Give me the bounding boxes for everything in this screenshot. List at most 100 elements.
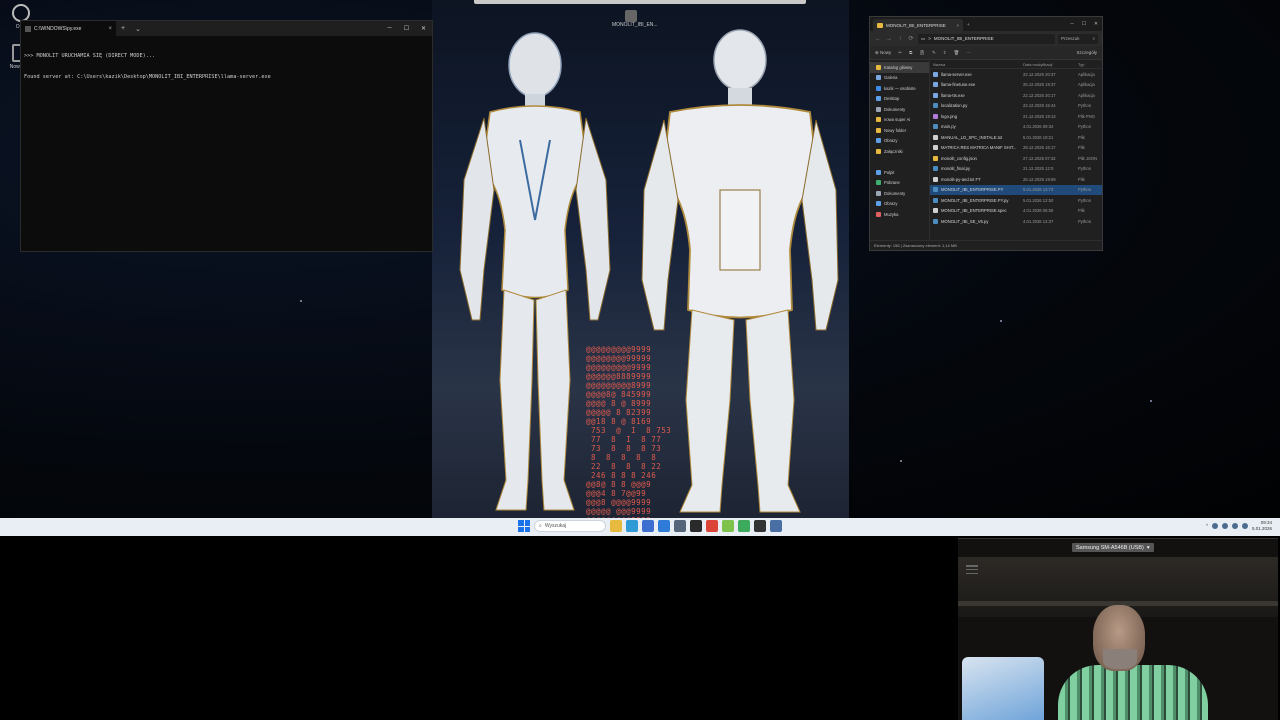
nav-item[interactable]: Dokumenty — [870, 188, 929, 199]
file-explorer-icon[interactable] — [610, 520, 622, 532]
file-row[interactable]: localization.py 22.12.2025 15:44 Python — [930, 101, 1102, 112]
nav-item[interactable]: Desktop — [870, 94, 929, 105]
share-icon[interactable]: ⇪ — [943, 50, 947, 56]
column-name[interactable]: Nazwa — [933, 62, 1023, 67]
volume-icon[interactable] — [1221, 522, 1228, 529]
terminal-output[interactable]: >>> MONOLIT URUCHAMIA SIĘ (DIRECT MODE).… — [21, 36, 432, 98]
close-tab-icon[interactable]: × — [108, 26, 112, 32]
file-name-cell: monolit_final.py — [933, 166, 1023, 172]
cut-icon[interactable]: ✂ — [898, 50, 902, 56]
nav-item[interactable]: Załączniki — [870, 146, 929, 157]
file-row[interactable]: MANUAL_LD_SPC_INSTALE.txt 5.01.2026 10:21… — [930, 132, 1102, 143]
app-green-icon[interactable] — [738, 520, 750, 532]
file-name-cell: llama-tts.exe — [933, 92, 1023, 98]
file-row[interactable]: monolit_config.json 27.12.2025 07:32 Plik … — [930, 153, 1102, 164]
file-row[interactable]: llama-finetune.exe 25.12.2025 19:37 Aplika… — [930, 80, 1102, 91]
path-segment[interactable]: MONOLIT_IBI_ENTERPRISE — [934, 36, 994, 41]
delete-icon[interactable]: 🗑︎ — [954, 50, 960, 56]
app-icon[interactable] — [625, 10, 637, 22]
onedrive-icon[interactable] — [1241, 522, 1248, 529]
nav-item[interactable]: kazik — osobiste — [870, 83, 929, 94]
star — [1150, 400, 1152, 402]
more-button[interactable]: ··· — [966, 50, 971, 55]
file-type: Python — [1078, 124, 1092, 130]
file-row[interactable]: llama-server.exe 22.12.2025 20:37 Aplikacj… — [930, 69, 1102, 80]
nav-item-label: Dokumenty — [884, 106, 906, 112]
nav-item[interactable]: Dokumenty — [870, 104, 929, 115]
new-button[interactable]: ⊕ Nowy — [875, 50, 891, 56]
file-row[interactable]: MONOLIT_IBI_SE_V6.py 4.01.2026 12:37 Pytho… — [930, 216, 1102, 227]
file-date: 22.12.2025 15:44 — [1023, 103, 1056, 109]
forward-icon[interactable]: → — [885, 36, 893, 42]
obs-icon[interactable] — [690, 520, 702, 532]
nav-item[interactable]: nowa super Ai — [870, 115, 929, 126]
address-bar[interactable]: ▭ > MONOLIT_IBI_ENTERPRISE — [918, 33, 1055, 44]
nav-item[interactable]: Pulpit — [870, 167, 929, 178]
terminal-icon[interactable] — [754, 520, 766, 532]
new-tab-button[interactable]: + — [116, 25, 130, 32]
refresh-icon[interactable]: ⟳ — [907, 35, 915, 42]
maximize-icon[interactable]: ☐ — [398, 25, 415, 32]
nav-item[interactable]: Muzyka — [870, 209, 929, 220]
file-name-cell: logo.png — [933, 113, 1023, 119]
file-row[interactable]: monolit-py-and.txt FT 25.12.2025 19:59 Pli… — [930, 174, 1102, 185]
close-icon[interactable]: ✕ — [415, 25, 432, 32]
clock[interactable]: 09:34 5.01.2026 — [1252, 520, 1272, 531]
file-row[interactable]: main.py 4.01.2026 09:34 Python — [930, 122, 1102, 133]
file-row[interactable]: MONOLIT_IBI_ENTERPRISE.spec 4.01.2026 08:… — [930, 206, 1102, 217]
rename-icon[interactable]: ✎ — [932, 50, 936, 56]
start-button[interactable] — [518, 520, 530, 532]
nav-item[interactable]: Nowy folder — [870, 125, 929, 136]
notepad-icon[interactable] — [722, 520, 734, 532]
file-name-cell: MONOLIT_IBI_ENTERPRISE.spec — [933, 208, 1023, 214]
settings-icon[interactable] — [674, 520, 686, 532]
nav-item[interactable]: Galeria — [870, 73, 929, 84]
maximize-icon[interactable]: ☐ — [1078, 21, 1090, 27]
nav-item-label: Desktop — [884, 96, 900, 102]
terminal-tab[interactable]: C:\WINDOWS\py.exe × — [21, 21, 116, 36]
tray-overflow-icon[interactable]: ^ — [1206, 523, 1208, 528]
file-row[interactable]: monolit_final.py 21.12.2025 12:0 Python — [930, 164, 1102, 175]
explorer-titlebar[interactable]: MONOLIT_IBI_ENTERPRISE × + ─ ☐ ✕ — [870, 17, 1102, 31]
explorer-tab[interactable]: MONOLIT_IBI_ENTERPRISE × — [873, 19, 963, 31]
app-blue-icon[interactable] — [658, 520, 670, 532]
tab-dropdown-button[interactable]: ⌄ — [130, 25, 146, 33]
minimize-icon[interactable]: ─ — [1066, 21, 1078, 27]
network-icon[interactable] — [1211, 522, 1218, 529]
nav-item[interactable]: Pobrane — [870, 178, 929, 189]
terminal-window[interactable]: C:\WINDOWS\py.exe × + ⌄ ─ ☐ ✕ >>> MONOLI… — [20, 20, 433, 252]
app-grid-icon[interactable] — [770, 520, 782, 532]
close-tab-icon[interactable]: × — [956, 23, 959, 28]
details-button[interactable]: Szczegóły — [1076, 50, 1097, 55]
taskbar-search[interactable]: ⌕ Wyszukaj — [534, 520, 606, 532]
chrome-icon[interactable] — [706, 520, 718, 532]
file-explorer-window[interactable]: MONOLIT_IBI_ENTERPRISE × + ─ ☐ ✕ ← → ↑ ⟳… — [869, 16, 1103, 251]
file-row[interactable]: MONOLIT_IBI_ENTERPRISE.PY.py 5.01.2026 12… — [930, 195, 1102, 206]
minimize-icon[interactable]: ─ — [381, 25, 398, 32]
back-icon[interactable]: ← — [874, 36, 882, 42]
column-type[interactable]: Typ — [1078, 62, 1099, 67]
nav-item[interactable]: Katalog główny — [870, 62, 929, 73]
file-icon — [933, 176, 938, 182]
file-row[interactable]: MATRICA RES MATRICA MANIF SHIT... 28.12.2… — [930, 143, 1102, 154]
file-row[interactable]: logo.png 21.12.2025 19:13 Plik PNG — [930, 111, 1102, 122]
search-field[interactable]: Przeszuk ⌕ — [1058, 33, 1098, 44]
file-type: Aplikacja — [1078, 92, 1095, 98]
terminal-titlebar[interactable]: C:\WINDOWS\py.exe × + ⌄ ─ ☐ ✕ — [21, 21, 432, 36]
file-icon — [933, 134, 938, 140]
nav-item[interactable]: Obrazy — [870, 199, 929, 210]
battery-icon[interactable] — [1231, 522, 1238, 529]
copy-icon[interactable]: ⧉ — [909, 50, 912, 55]
file-row[interactable]: llama-tts.exe 22.12.2025 20:17 Aplikacja — [930, 90, 1102, 101]
edge-icon[interactable] — [626, 520, 638, 532]
column-date[interactable]: Data modyfikacji — [1023, 62, 1078, 67]
file-row[interactable]: MONOLIT_IBI_ENTERPRISE.PY 5.01.2026 13:73… — [930, 184, 1102, 195]
paste-icon[interactable]: 📋︎ — [919, 50, 925, 56]
file-type: Plik — [1078, 208, 1085, 214]
up-icon[interactable]: ↑ — [896, 36, 904, 42]
new-tab-button[interactable]: + — [963, 22, 974, 27]
close-icon[interactable]: ✕ — [1090, 21, 1102, 27]
menu-icon — [966, 565, 978, 574]
nav-item[interactable]: Obrazy — [870, 136, 929, 147]
store-icon[interactable] — [642, 520, 654, 532]
